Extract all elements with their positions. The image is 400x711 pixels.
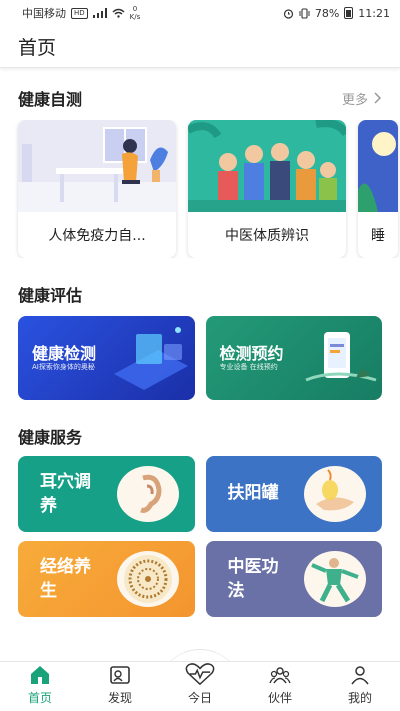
tab-home[interactable]: 首页 xyxy=(0,662,80,711)
app-bar: 首页 xyxy=(0,26,400,68)
section-title-health-service: 健康服务 xyxy=(18,428,83,447)
tab-profile[interactable]: 我的 xyxy=(320,662,400,711)
test-card-sleep[interactable]: 睡 xyxy=(358,120,398,258)
fuyang-cupping-tile[interactable]: 扶阳罐 xyxy=(205,456,382,532)
clock: 11:21 xyxy=(358,6,390,20)
ear-icon xyxy=(116,466,179,522)
test-card-label: 中医体质辨识 xyxy=(225,228,309,244)
health-eval-header: 健康评估 xyxy=(0,280,400,308)
health-test-header: 健康自测 更多 xyxy=(0,84,400,112)
tab-label: 首页 xyxy=(27,691,52,705)
test-card-immunity[interactable]: 人体免疫力自... xyxy=(18,120,176,258)
checkup-booking-tile[interactable]: 检测预约 专业设备 在线预约 xyxy=(205,316,382,400)
health-check-subtitle: AI探索你身体的奥秘 xyxy=(32,363,95,371)
tab-today[interactable]: 今日 xyxy=(160,662,240,711)
battery-icon xyxy=(344,7,354,19)
discover-icon xyxy=(110,666,130,684)
more-label: 更多 xyxy=(341,92,368,108)
health-check-title: 健康检测 xyxy=(32,344,97,363)
test-card-label: 人体免疫力自... xyxy=(48,228,146,244)
alarm-icon xyxy=(283,8,293,19)
tab-label: 我的 xyxy=(347,691,372,705)
bottom-tab-bar: 首页 发现 今日 伙伴 我的 xyxy=(0,661,400,711)
tab-discover[interactable]: 发现 xyxy=(80,662,160,711)
tcm-exercise-title: 中医功法 xyxy=(227,557,279,601)
chevron-right-icon xyxy=(374,92,382,104)
status-bar: 中国移动 HD 0 K/s 78% 11:21 xyxy=(0,0,400,26)
fuyang-cupping-title: 扶阳罐 xyxy=(227,483,279,503)
page-title: 首页 xyxy=(18,37,57,59)
section-title-health-eval: 健康评估 xyxy=(18,286,83,305)
tab-label: 伙伴 xyxy=(267,691,292,705)
meridian-care-title: 经络养生 xyxy=(40,557,91,601)
ear-acupoint-tile[interactable]: 耳穴调养 xyxy=(18,456,195,532)
test-card-constitution[interactable]: 中医体质辨识 xyxy=(188,120,346,258)
profile-icon xyxy=(351,666,369,685)
health-eval-grid: 健康检测 AI探索你身体的奥秘 检测预约 专业设备 在线预约 xyxy=(0,316,400,400)
health-service-row-2: 经络养生 中医功法 xyxy=(0,541,400,617)
health-service-row-1: 耳穴调养 扶阳罐 xyxy=(0,456,400,532)
tab-label: 发现 xyxy=(107,691,132,705)
heartbeat-icon xyxy=(185,663,215,686)
health-service-header: 健康服务 xyxy=(0,422,400,450)
test-card-label: 睡 xyxy=(371,228,385,244)
battery-percent: 78% xyxy=(314,6,340,20)
meridian-care-tile[interactable]: 经络养生 xyxy=(18,541,195,617)
carrier-name: 中国移动 xyxy=(22,7,66,20)
sleep-illustration xyxy=(358,120,398,212)
vibrate-icon xyxy=(299,7,310,19)
health-check-tile[interactable]: 健康检测 AI探索你身体的奥秘 xyxy=(18,316,195,400)
meridian-chart-icon xyxy=(116,551,179,607)
wifi-icon xyxy=(112,8,125,18)
ear-acupoint-title: 耳穴调养 xyxy=(40,472,91,516)
cupping-icon xyxy=(304,466,366,522)
section-title-health-test: 健康自测 xyxy=(18,90,83,109)
net-speed: 0 K/s xyxy=(129,5,141,21)
booking-subtitle: 专业设备 在线预约 xyxy=(219,363,278,371)
signal-icon xyxy=(92,8,107,18)
health-test-list: 人体免疫力自... 中医体质辨识 睡 xyxy=(0,120,400,258)
constitution-illustration xyxy=(188,120,346,212)
taichi-figure-icon xyxy=(304,551,366,607)
partners-icon xyxy=(269,667,291,684)
hd-badge: HD xyxy=(71,7,88,19)
home-icon xyxy=(31,666,49,684)
tab-partners[interactable]: 伙伴 xyxy=(240,662,320,711)
more-link[interactable]: 更多 xyxy=(342,89,382,108)
booking-title: 检测预约 xyxy=(219,344,284,363)
immunity-illustration xyxy=(18,120,176,212)
tcm-exercise-tile[interactable]: 中医功法 xyxy=(205,541,382,617)
tab-label: 今日 xyxy=(187,691,212,705)
